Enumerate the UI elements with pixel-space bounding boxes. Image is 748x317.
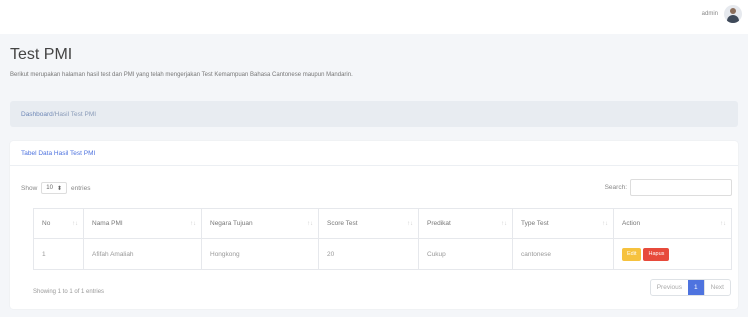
avatar-body <box>727 15 739 23</box>
column-header-predikat[interactable]: Predikat ↑↓ <box>418 208 513 239</box>
cell-score: 20 <box>318 238 419 270</box>
avatar-head <box>730 8 736 14</box>
cell-no: 1 <box>33 238 84 270</box>
column-header-no[interactable]: No ↑↓ <box>33 208 84 239</box>
search-control: Search: <box>605 179 732 196</box>
sort-icon: ↑↓ <box>501 221 507 227</box>
page-size-select[interactable]: 10 ⬍ <box>41 182 67 194</box>
cell-nama: Afifah Amaliah <box>83 238 202 270</box>
sort-icon: ↑↓ <box>602 221 608 227</box>
previous-button[interactable]: Previous <box>651 280 688 295</box>
search-label: Search: <box>604 184 627 191</box>
cell-action: Edit Hapus <box>613 238 732 270</box>
page-description: Berikut merupakan halaman hasil test dan… <box>10 72 353 78</box>
results-table: No ↑↓ Nama PMI ↑↓ Negara Tujuan ↑↓ Score Te… <box>33 208 732 270</box>
sort-icon: ↑↓ <box>720 221 726 227</box>
page-size-value: 10 <box>46 185 53 191</box>
column-header-score[interactable]: Score Test ↑↓ <box>318 208 419 239</box>
column-header-action[interactable]: Action ↑↓ <box>613 208 732 239</box>
edit-button[interactable]: Edit <box>622 247 642 261</box>
sort-icon: ↑↓ <box>190 221 196 227</box>
table-info: Showing 1 to 1 of 1 entries <box>33 289 105 295</box>
column-header-label: Nama PMI <box>92 220 123 227</box>
table-header-row: No ↑↓ Nama PMI ↑↓ Negara Tujuan ↑↓ Score Te… <box>33 208 732 239</box>
column-header-nama[interactable]: Nama PMI ↑↓ <box>83 208 202 239</box>
breadcrumb-current: /Hasil Test PMI <box>52 111 97 118</box>
breadcrumb-dashboard-link[interactable]: Dashboard <box>21 111 53 118</box>
sort-icon: ↑↓ <box>307 221 313 227</box>
breadcrumb: Dashboard/Hasil Test PMI <box>10 101 738 127</box>
topbar: admin <box>0 0 748 34</box>
entries-label: entries <box>70 184 91 192</box>
column-header-label: Negara Tujuan <box>210 220 253 227</box>
column-header-type[interactable]: Type Test ↑↓ <box>512 208 614 239</box>
column-header-label: Type Test <box>521 220 549 227</box>
avatar[interactable] <box>724 5 742 23</box>
next-button[interactable]: Next <box>703 280 730 295</box>
cell-type: cantonese <box>512 238 614 270</box>
sort-icon: ↑↓ <box>407 221 413 227</box>
page-1-button[interactable]: 1 <box>688 280 704 295</box>
select-arrow-icon: ⬍ <box>56 185 62 192</box>
column-header-label: Predikat <box>427 220 451 227</box>
search-input[interactable] <box>630 179 732 196</box>
user-name[interactable]: admin <box>702 11 718 17</box>
column-header-label: No <box>42 220 51 227</box>
column-header-label: Score Test <box>327 220 358 227</box>
show-label: Show <box>21 184 38 192</box>
pagination: Previous 1 Next <box>649 279 731 296</box>
user-menu[interactable]: admin <box>702 5 742 23</box>
page-size-control: Show 10 ⬍ entries <box>21 182 91 194</box>
column-header-negara[interactable]: Negara Tujuan ↑↓ <box>201 208 319 239</box>
table-row: 1 Afifah Amaliah Hongkong 20 Cukup canto… <box>33 238 732 270</box>
table-controls: Show 10 ⬍ entries Search: <box>10 166 738 206</box>
data-card: Tabel Data Hasil Test PMI Show 10 ⬍ entr… <box>10 141 738 309</box>
column-header-label: Action <box>622 220 641 227</box>
delete-button[interactable]: Hapus <box>643 247 670 261</box>
cell-negara: Hongkong <box>201 238 319 270</box>
cell-predikat: Cukup <box>418 238 513 270</box>
page-title: Test PMI <box>10 46 73 63</box>
card-title: Tabel Data Hasil Test PMI <box>10 141 738 166</box>
sort-icon: ↑↓ <box>72 221 78 227</box>
